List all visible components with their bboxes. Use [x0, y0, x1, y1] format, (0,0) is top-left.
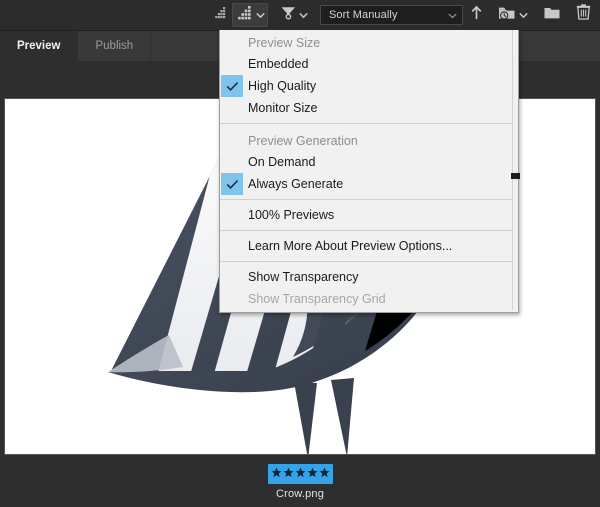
menu-separator: [220, 199, 518, 200]
menu-item-show-transparency-grid: Show Transparency Grid: [220, 288, 518, 310]
menu-header-preview-size: Preview Size: [248, 36, 321, 50]
toolbar-separator-2: [311, 15, 320, 16]
new-folder-button[interactable]: [540, 3, 564, 27]
menu-item-on-demand[interactable]: On Demand: [220, 151, 518, 173]
menu-item-monitor-size[interactable]: Monitor Size: [220, 97, 518, 119]
file-strip: Crow.png: [0, 456, 600, 507]
menu-scrollbar[interactable]: [511, 30, 520, 310]
tab-publish[interactable]: Publish: [78, 31, 152, 61]
chevron-down-icon: [256, 6, 265, 24]
menu-item-label: Show Transparency Grid: [248, 292, 386, 306]
tab-preview-label: Preview: [17, 40, 61, 52]
thumbnail-size-large-button[interactable]: [232, 3, 268, 27]
menu-item-label: On Demand: [248, 155, 316, 169]
preview-options-menu: Preview Size Embedded High Quality Monit…: [219, 30, 520, 313]
menu-separator: [220, 123, 518, 124]
tab-preview[interactable]: Preview: [0, 31, 79, 61]
menu-item-label: Learn More About Preview Options...: [248, 239, 453, 253]
toolbar-separator-5: [564, 15, 573, 16]
recent-folders-icon: [498, 5, 517, 26]
sort-select[interactable]: Sort Manually: [320, 5, 463, 25]
star-icon[interactable]: [271, 465, 282, 483]
menu-item-label: Always Generate: [248, 177, 344, 191]
sort-ascending-button[interactable]: [467, 3, 486, 27]
thumbnail-size-large-icon: [235, 5, 254, 26]
menu-item-label: High Quality: [248, 79, 317, 93]
menu-item-high-quality[interactable]: High Quality: [220, 75, 518, 97]
menu-scrollbar-thumb[interactable]: [511, 173, 520, 179]
checkmark-icon: [221, 75, 243, 97]
menu-separator: [220, 261, 518, 262]
menu-item-label: 100% Previews: [248, 208, 335, 222]
tab-publish-label: Publish: [95, 40, 134, 52]
new-folder-icon: [543, 5, 561, 26]
star-icon[interactable]: [283, 465, 294, 483]
checkmark-icon: [221, 173, 243, 195]
menu-item-show-transparency[interactable]: Show Transparency: [220, 266, 518, 288]
star-icon[interactable]: [295, 465, 306, 483]
menu-item-embedded[interactable]: Embedded: [220, 53, 518, 75]
menu-item-100-percent-previews[interactable]: 100% Previews: [220, 204, 518, 226]
star-icon[interactable]: [307, 465, 318, 483]
toolbar-separator-3: [486, 15, 495, 16]
rating-stars[interactable]: [267, 464, 333, 484]
toolbar-separator-1: [268, 15, 277, 16]
chevron-down-icon: [299, 6, 308, 24]
menu-item-label: Monitor Size: [248, 101, 318, 115]
bird-tail-feather-left: [294, 382, 317, 454]
chevron-down-icon: [519, 6, 528, 24]
adobe-bridge-preview-window: Sort Manually Preview Publish Crow.png P…: [0, 0, 600, 507]
sort-ascending-arrow-icon: [470, 5, 483, 26]
menu-item-always-generate[interactable]: Always Generate: [220, 173, 518, 195]
delete-button[interactable]: [573, 3, 594, 27]
filter-funnel-icon: [280, 5, 297, 26]
toolbar: Sort Manually: [0, 0, 600, 31]
trash-delete-icon: [576, 4, 591, 26]
thumbnail-size-small-icon: [214, 6, 229, 25]
chevron-down-icon: [448, 6, 457, 24]
thumbnail-size-small-button[interactable]: [211, 3, 232, 27]
sort-select-value: Sort Manually: [329, 9, 398, 21]
filter-button[interactable]: [277, 3, 311, 27]
menu-item-label: Show Transparency: [248, 270, 359, 284]
menu-item-label: Embedded: [248, 57, 309, 71]
file-name-label: Crow.png: [275, 488, 325, 500]
menu-header-preview-generation: Preview Generation: [248, 134, 358, 148]
menu-item-learn-more[interactable]: Learn More About Preview Options...: [220, 235, 518, 257]
recent-folders-button[interactable]: [495, 3, 531, 27]
menu-separator: [220, 230, 518, 231]
star-icon[interactable]: [319, 465, 330, 483]
toolbar-separator-4: [531, 15, 540, 16]
bird-tail-feather-right: [331, 378, 354, 454]
